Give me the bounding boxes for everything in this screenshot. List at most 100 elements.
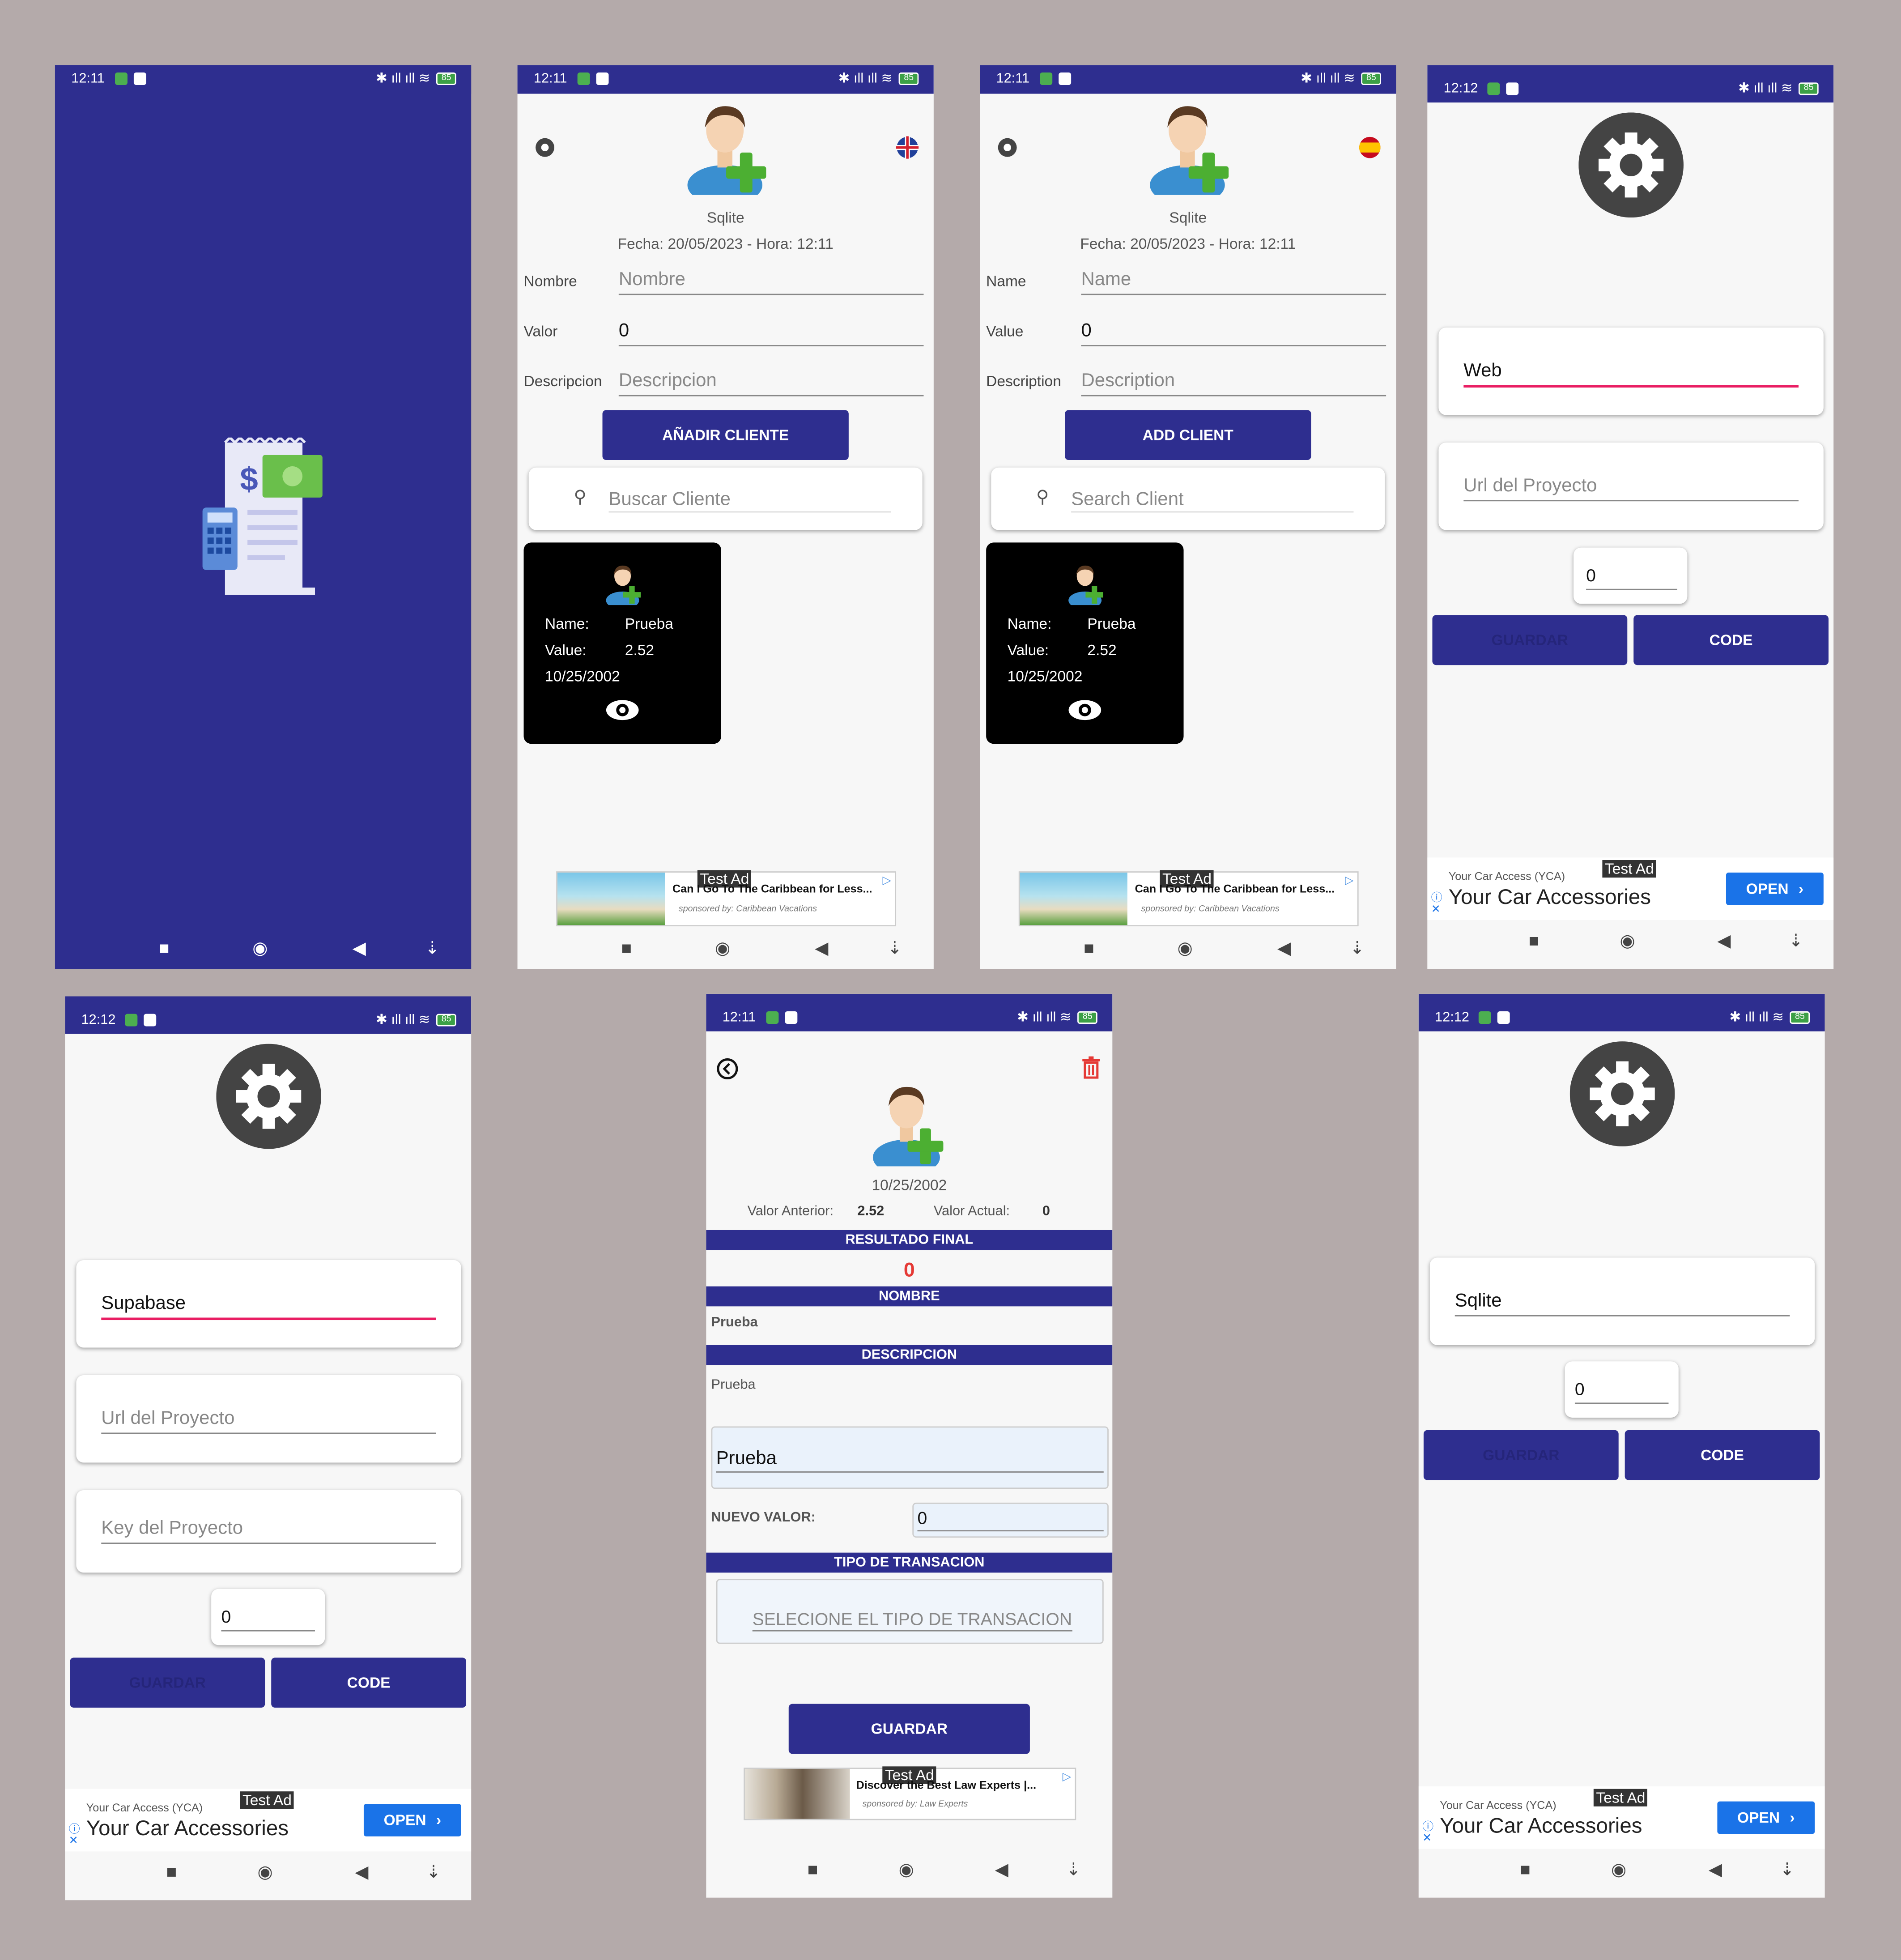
ad-open-button[interactable]: OPEN ›: [1717, 1801, 1815, 1834]
name-input[interactable]: Nombre: [618, 269, 924, 295]
url-input[interactable]: Url del Proyecto: [1463, 475, 1799, 502]
code-input[interactable]: 0: [1586, 565, 1678, 590]
code-button[interactable]: CODE: [1625, 1430, 1820, 1480]
save-button[interactable]: GUARDAR: [1432, 615, 1628, 665]
save-button[interactable]: GUARDAR: [70, 1657, 265, 1708]
mode-card[interactable]: Supabase: [76, 1260, 461, 1348]
back-button[interactable]: ◀: [355, 1862, 368, 1880]
ad-small[interactable]: Test Ad Discover the Best Law Experts |.…: [744, 1766, 1076, 1820]
back-button[interactable]: ◀: [995, 1860, 1008, 1878]
home-button[interactable]: ◉: [1178, 939, 1193, 956]
code-card[interactable]: 0: [1574, 547, 1688, 604]
adchoices-icon[interactable]: ▷: [1345, 874, 1353, 888]
search-box[interactable]: ⚲ Search Client: [991, 467, 1385, 530]
ad-banner[interactable]: Test Ad Your Car Access (YCA) Your Car A…: [65, 1789, 472, 1852]
home-button[interactable]: ◉: [1620, 931, 1635, 949]
recents-button[interactable]: ■: [159, 939, 170, 956]
status-time: 12:12: [1435, 1010, 1469, 1025]
back-arrow-icon[interactable]: [716, 1057, 739, 1080]
transaction-type-select[interactable]: SELECIONE EL TIPO DE TRANSACION: [716, 1579, 1104, 1644]
adchoices-icon[interactable]: ▷: [1063, 1770, 1071, 1784]
hide-nav-button[interactable]: ⇣: [425, 939, 440, 956]
home-button[interactable]: ◉: [899, 1860, 914, 1878]
home-button[interactable]: ◉: [715, 939, 730, 956]
back-button[interactable]: ◀: [815, 939, 828, 956]
code-input[interactable]: 0: [1574, 1379, 1669, 1404]
search-input[interactable]: Buscar Cliente: [608, 489, 891, 513]
notification-icon: [1487, 82, 1500, 95]
user-add-icon: [687, 106, 766, 195]
url-card[interactable]: Url del Proyecto: [1438, 442, 1824, 530]
client-card[interactable]: Name: Prueba Value: 2.52 10/25/2002: [986, 542, 1184, 744]
new-value-box[interactable]: 0: [912, 1502, 1109, 1538]
recents-button[interactable]: ■: [1529, 931, 1540, 949]
code-card[interactable]: 0: [211, 1589, 325, 1645]
mode-card[interactable]: Sqlite: [1429, 1257, 1815, 1345]
status-bar: 12:11 ✱ ıll ıll ≋ 85: [517, 65, 934, 94]
add-client-button[interactable]: ADD CLIENT: [1065, 410, 1311, 460]
ad-open-button[interactable]: OPEN ›: [1726, 872, 1824, 905]
code-button[interactable]: CODE: [271, 1657, 467, 1708]
adchoices-icon[interactable]: ▷: [882, 874, 891, 888]
eye-icon[interactable]: [605, 699, 640, 721]
mode-card[interactable]: Web: [1438, 327, 1824, 415]
hide-nav-button[interactable]: ⇣: [887, 939, 902, 956]
description-input-box[interactable]: Prueba: [711, 1426, 1109, 1489]
close-icon[interactable]: ✕: [69, 1834, 78, 1848]
code-card[interactable]: 0: [1565, 1361, 1679, 1418]
hide-nav-button[interactable]: ⇣: [1789, 931, 1803, 949]
settings-icon[interactable]: [996, 136, 1018, 159]
add-client-button[interactable]: AÑADIR CLIENTE: [602, 410, 849, 460]
key-card[interactable]: Key del Proyecto: [76, 1490, 461, 1573]
back-button[interactable]: ◀: [1277, 939, 1291, 956]
ad-small[interactable]: Test Ad Can I Go To The Caribbean for Le…: [1018, 870, 1359, 927]
hide-nav-button[interactable]: ⇣: [426, 1862, 441, 1880]
url-input[interactable]: Url del Proyecto: [101, 1408, 436, 1434]
settings-screen-supabase: 12:12 ✱ ıll ıll ≋ 85 Supabase Url del Pro…: [65, 996, 472, 1900]
client-card[interactable]: Name: Prueba Value: 2.52 10/25/2002: [523, 542, 721, 744]
recents-button[interactable]: ■: [1520, 1860, 1531, 1878]
mode-input[interactable]: Web: [1463, 360, 1799, 388]
ad-banner[interactable]: Test Ad Your Car Access (YCA) Your Car A…: [1427, 857, 1834, 920]
search-box[interactable]: ⚲ Buscar Cliente: [528, 467, 923, 530]
mode-input[interactable]: Supabase: [101, 1293, 436, 1321]
description-input[interactable]: Descripcion: [618, 370, 924, 396]
description-input[interactable]: Description: [1081, 370, 1386, 396]
home-button[interactable]: ◉: [252, 939, 268, 956]
value-input[interactable]: 0: [618, 320, 924, 346]
code-button[interactable]: CODE: [1633, 615, 1829, 665]
home-button[interactable]: ◉: [257, 1862, 272, 1880]
new-value-input[interactable]: 0: [917, 1508, 1104, 1532]
home-button[interactable]: ◉: [1611, 1860, 1626, 1878]
ad-banner[interactable]: Test Ad Your Car Access (YCA) Your Car A…: [1418, 1786, 1825, 1849]
eye-icon[interactable]: [1067, 699, 1102, 721]
save-button[interactable]: GUARDAR: [1423, 1430, 1619, 1480]
hide-nav-button[interactable]: ⇣: [1350, 939, 1365, 956]
trash-icon[interactable]: [1081, 1056, 1101, 1079]
settings-icon[interactable]: [534, 136, 556, 159]
ad-open-button[interactable]: OPEN ›: [363, 1804, 461, 1836]
close-icon[interactable]: ✕: [1431, 903, 1441, 916]
recents-button[interactable]: ■: [1084, 939, 1094, 956]
uk-flag-icon[interactable]: [896, 136, 919, 159]
name-input[interactable]: Name: [1081, 269, 1386, 295]
back-button[interactable]: ◀: [353, 939, 366, 956]
value-input[interactable]: 0: [1081, 320, 1386, 346]
back-button[interactable]: ◀: [1709, 1860, 1722, 1878]
code-input[interactable]: 0: [221, 1606, 315, 1632]
recents-button[interactable]: ■: [621, 939, 632, 956]
hide-nav-button[interactable]: ⇣: [1066, 1860, 1081, 1878]
spain-flag-icon[interactable]: [1359, 136, 1381, 159]
ad-small[interactable]: Test Ad Can I Go To The Caribbean for Le…: [556, 870, 897, 927]
hide-nav-button[interactable]: ⇣: [1780, 1860, 1795, 1878]
back-button[interactable]: ◀: [1717, 931, 1731, 949]
mode-input[interactable]: Sqlite: [1454, 1290, 1790, 1317]
key-input[interactable]: Key del Proyecto: [101, 1517, 436, 1544]
description-input[interactable]: Prueba: [716, 1448, 1104, 1473]
recents-button[interactable]: ■: [808, 1860, 818, 1878]
save-button[interactable]: GUARDAR: [788, 1704, 1030, 1754]
recents-button[interactable]: ■: [166, 1862, 177, 1880]
close-icon[interactable]: ✕: [1422, 1832, 1432, 1845]
url-card[interactable]: Url del Proyecto: [76, 1375, 461, 1463]
search-input[interactable]: Search Client: [1071, 489, 1354, 513]
